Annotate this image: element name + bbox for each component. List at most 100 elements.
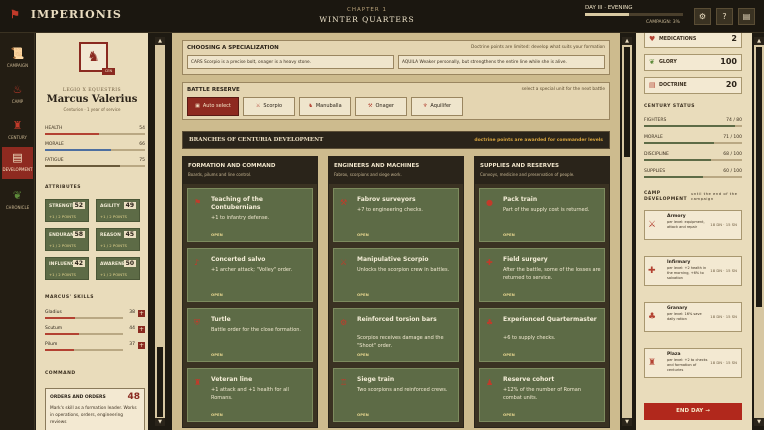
development-card[interactable]: ♖ Siege train Two scorpions and reinforced… [333, 368, 459, 422]
reserve-manuballa-button[interactable]: ♞ Manuballa [299, 97, 351, 116]
attribute-awareness[interactable]: AWARENESS 50 +1 / 2 POINTS [96, 257, 140, 280]
nav-campaign[interactable]: 📜 CAMPAIGN [2, 43, 33, 75]
building-title: Armory [667, 214, 686, 219]
nav-label: CHRONICLE [5, 205, 30, 210]
nav-century[interactable]: ♜ CENTURY [2, 115, 33, 147]
resource-medications: ♥ MEDICATIONS 2 [644, 33, 742, 48]
reserve-auto-select-button[interactable]: ▣ Auto select [187, 97, 239, 116]
scroll-down-arrow[interactable]: ▼ [155, 418, 165, 426]
stat-label: MORALE [45, 142, 64, 147]
development-card[interactable]: ♪ Concerted salvo +1 archer attack; "Volle… [187, 248, 313, 302]
right-scrollbar[interactable]: ▲ ▼ [754, 37, 764, 426]
development-card[interactable]: ⛨ Turtle Battle order for the close format… [187, 308, 313, 362]
card-status: OPEN [357, 292, 369, 297]
brand: ⚑ IMPERIONIS [10, 8, 122, 21]
attribute-endurance[interactable]: ENDURANCE 58 +1 / 2 POINTS [45, 228, 89, 251]
specialization-option-cars[interactable]: CARS Scorpio is a precise bolt, onager i… [187, 55, 394, 69]
card-desc: Battle order for the close formation. [211, 327, 302, 333]
building-infirmary[interactable]: ✚ Infirmary per level: +2 health in the mo… [644, 256, 742, 286]
skill-upgrade-button[interactable]: + [138, 326, 145, 333]
nav-camp[interactable]: ♨ CAMP [2, 79, 33, 111]
card-title: Siege train [357, 376, 395, 383]
menu-button[interactable]: ▤ [738, 8, 755, 25]
attribute-strength[interactable]: STRENGTH 52 +1 / 2 POINTS [45, 199, 89, 222]
development-card[interactable]: ● Pack train Part of the supply cost is re… [479, 188, 605, 242]
specialization-panel: CHOOSING A SPECIALIZATION Doctrine point… [182, 40, 610, 75]
skill-bar-fill [45, 349, 74, 351]
building-title: Granary [667, 306, 688, 311]
laurel-icon: ❦ [649, 58, 655, 66]
attribute-upgrade: +1 / 2 POINTS [49, 272, 76, 277]
scroll-up-arrow[interactable]: ▲ [622, 37, 632, 45]
command-card[interactable]: ORDERS AND ORDERS 48 Mark's skill as a f… [45, 388, 145, 430]
development-card[interactable]: ♜ Veteran line +1 attack and +1 health for… [187, 368, 313, 422]
plaza-icon: ♜ [648, 358, 657, 368]
development-card[interactable]: ⚙ Reinforced torsion bars Scorpios receive… [333, 308, 459, 362]
scroll-up-arrow[interactable]: ▲ [754, 37, 764, 45]
attribute-influence[interactable]: INFLUENCE 42 +1 / 2 POINTS [45, 257, 89, 280]
scroll-down-arrow[interactable]: ▼ [622, 418, 632, 426]
building-title: Plaza [667, 352, 681, 357]
card-title: Manipulative Scorpio [357, 256, 429, 263]
soldier-icon: ♟ [486, 378, 494, 387]
reserve-label: Onager [375, 103, 394, 109]
building-armory[interactable]: ⚔ Armory per level: equipment, attack and … [644, 210, 742, 240]
branch-header: SUPPLIES AND RESERVES Convoys, medicine a… [475, 157, 609, 184]
day-progress-fill [585, 13, 630, 16]
reserve-scorpio-button[interactable]: ⚔ Scorpio [243, 97, 295, 116]
development-card[interactable]: ⚑ Teaching of the Contubernians +1 to infa… [187, 188, 313, 242]
grapes-icon: ♣ [486, 318, 494, 327]
skill-name: Gladius [45, 310, 62, 315]
stat-bar-fill [45, 149, 111, 151]
apple-icon: ● [486, 198, 493, 207]
main-scrollbar[interactable]: ▲ ▼ [622, 37, 632, 426]
skill-upgrade-button[interactable]: + [138, 342, 145, 349]
development-card[interactable]: ♟ Reserve cohort +12% of the number of Rom… [479, 368, 605, 422]
skill-name: Scutum [45, 326, 63, 331]
attribute-value: 50 [123, 260, 136, 267]
building-cost: 18 DN · 15 SN [710, 314, 737, 319]
branch-desc: Convoys, medicine and preservation of pe… [480, 172, 575, 177]
scroll-up-arrow[interactable]: ▲ [155, 37, 165, 45]
development-card[interactable]: ♣ Experienced Quartermaster +6 to supply c… [479, 308, 605, 362]
scroll-thumb[interactable] [157, 347, 163, 417]
chapter-label: CHAPTER 1 [347, 7, 387, 13]
building-cost: 18 DN · 15 SN [710, 222, 737, 227]
settings-button[interactable]: ⚙ [694, 8, 711, 25]
nav-label: CAMPAIGN [6, 63, 29, 68]
nav-development[interactable]: ▤ DEVELOPMENT [2, 147, 33, 179]
reserve-onager-button[interactable]: ⚒ Onager [355, 97, 407, 116]
left-scrollbar[interactable]: ▲ ▼ [155, 37, 165, 426]
scroll-thumb[interactable] [756, 47, 762, 307]
battle-reserve-note: select a special unit for the next battl… [521, 87, 605, 92]
specialization-option-aquila[interactable]: AQUILA Weaker personally, but strengthen… [398, 55, 605, 69]
development-card[interactable]: ✚ Field surgery After the battle, some of … [479, 248, 605, 302]
resource-value: 100 [720, 57, 737, 66]
building-plaza[interactable]: ♜ Plaza per level: +2 to checks and format… [644, 348, 742, 378]
building-title: Infirmary [667, 260, 691, 265]
skill-value: 37 [129, 342, 135, 347]
scorpio-icon: ⚔ [340, 258, 348, 267]
command-desc: Mark's skill as a formation leader. Work… [50, 406, 137, 425]
building-desc: per level: 16% save daily ration [667, 312, 702, 321]
development-card[interactable]: ⚔ Manipulative Scorpio Unlocks the scorpio… [333, 248, 459, 302]
stat-fatigue: FATIGUE 75 [45, 158, 145, 167]
chapter-title: WINTER QUARTERS [319, 15, 415, 24]
stat-value: 54 [139, 126, 145, 131]
hammer-icon: ⚒ [340, 198, 348, 207]
campfire-icon: ♨ [12, 83, 23, 96]
end-day-button[interactable]: END DAY → [644, 403, 742, 420]
skill-upgrade-button[interactable]: + [138, 310, 145, 317]
building-granary[interactable]: ♣ Granary per level: 16% save daily ration… [644, 302, 742, 332]
attribute-agility[interactable]: AGILITY 49 +1 / 2 POINTS [96, 199, 140, 222]
scroll-down-arrow[interactable]: ▼ [754, 418, 764, 426]
attribute-reason[interactable]: REASON 45 +1 / 2 POINTS [96, 228, 140, 251]
branch-desc: Boards, pilums and line control. [188, 172, 252, 177]
reserve-aquilifer-button[interactable]: ♆ Aquilifer [411, 97, 463, 116]
nav-chronicle[interactable]: ❦ CHRONICLE [2, 185, 33, 217]
card-status: OPEN [503, 232, 515, 237]
scroll-thumb[interactable] [624, 47, 630, 157]
century-value: 71 / 100 [723, 135, 742, 140]
development-card[interactable]: ⚒ Fabrov surveyors +7 to engineering check… [333, 188, 459, 242]
help-button[interactable]: ? [716, 8, 733, 25]
